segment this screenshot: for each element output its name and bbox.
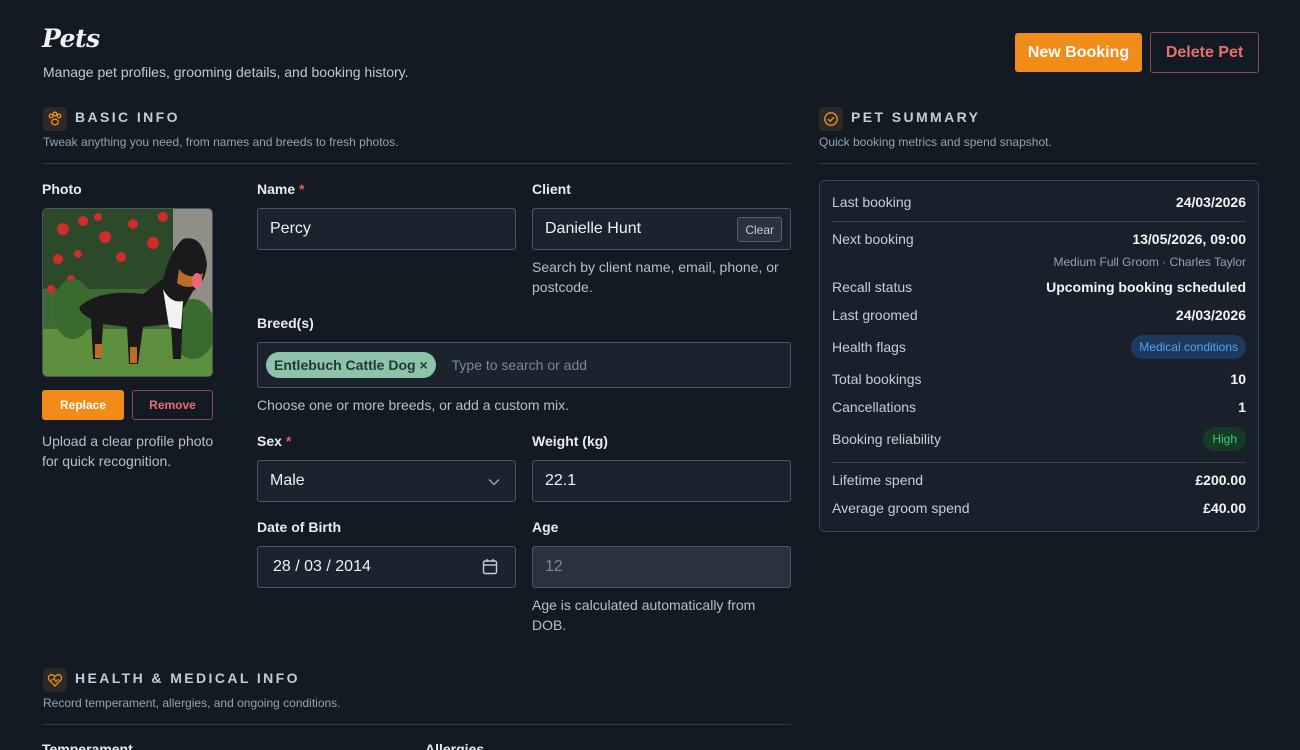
dob-value: 28 / 03 / 2014 (273, 558, 371, 575)
client-value: Danielle Hunt (545, 220, 642, 237)
summary-value: 24/03/2026 (1175, 194, 1246, 210)
health-header: HEALTH & MEDICAL INFO Record temperament… (43, 668, 791, 712)
summary-value: 1 (1238, 399, 1246, 415)
remove-photo-button[interactable]: Remove (132, 390, 213, 420)
basic-info-header: BASIC INFO Tweak anything you need, from… (43, 107, 791, 151)
basic-info-description: Tweak anything you need, from names and … (43, 135, 399, 149)
basic-info-title: BASIC INFO (75, 109, 180, 125)
new-booking-button[interactable]: New Booking (1015, 33, 1142, 72)
page-subtitle: Manage pet profiles, grooming details, a… (43, 64, 409, 80)
clear-client-button[interactable]: Clear (737, 217, 782, 242)
client-search-input[interactable]: Danielle Hunt Clear (532, 208, 791, 250)
summary-label: Recall status (832, 279, 913, 295)
weight-label: Weight (kg) (532, 433, 608, 449)
summary-title: PET SUMMARY (851, 109, 981, 125)
summary-value: £200.00 (1195, 472, 1246, 488)
breed-chip[interactable]: Entlebuch Cattle Dog × (266, 352, 436, 378)
summary-value: 13/05/2026, 09:00 (1132, 231, 1246, 247)
replace-photo-button[interactable]: Replace (42, 390, 124, 420)
health-divider (43, 724, 791, 725)
page-title: Pets (42, 24, 100, 53)
summary-divider-line (832, 462, 1246, 463)
summary-header: PET SUMMARY Quick booking metrics and sp… (819, 107, 1259, 151)
age-label: Age (532, 519, 559, 535)
summary-value: Upcoming booking scheduled (1046, 279, 1246, 295)
name-input[interactable]: Percy (257, 208, 516, 250)
calendar-icon[interactable] (482, 558, 498, 580)
summary-label: Next booking (832, 231, 914, 247)
breeds-label: Breed(s) (257, 315, 314, 331)
client-label: Client (532, 181, 571, 197)
age-input: 12 (532, 546, 791, 588)
dob-input[interactable]: 28 / 03 / 2014 (257, 546, 516, 588)
sex-label: Sex * (257, 433, 292, 449)
breeds-placeholder: Type to search or add (451, 357, 588, 373)
summary-label: Total bookings (832, 371, 922, 387)
reliability-badge: High (1203, 427, 1246, 451)
photo-help: Upload a clear profile photo for quick r… (42, 433, 214, 469)
health-description: Record temperament, allergies, and ongoi… (43, 696, 341, 710)
allergies-label: Allergies (425, 741, 485, 750)
weight-input[interactable]: 22.1 (532, 460, 791, 502)
pet-photo (42, 208, 213, 377)
summary-description: Quick booking metrics and spend snapshot… (819, 135, 1052, 149)
client-help: Search by client name, email, phone, or … (532, 259, 779, 295)
temperament-label: Temperament (42, 741, 133, 750)
sex-value: Male (270, 472, 305, 489)
breeds-help: Choose one or more breeds, or add a cust… (257, 397, 570, 413)
health-title: HEALTH & MEDICAL INFO (75, 670, 300, 686)
summary-label: Booking reliability (832, 431, 941, 447)
pet-summary-card: Last booking 24/03/2026 Next booking 13/… (819, 180, 1259, 532)
summary-divider (819, 163, 1259, 164)
health-flag-badge: Medical conditions (1131, 335, 1246, 359)
sex-select[interactable]: Male (257, 460, 516, 502)
summary-label: Health flags (832, 339, 906, 355)
paw-icon (43, 107, 67, 131)
chevron-down-icon (487, 475, 501, 494)
summary-value: 24/03/2026 (1175, 307, 1246, 323)
check-circle-icon (819, 107, 843, 131)
photo-label: Photo (42, 181, 82, 197)
summary-label: Last groomed (832, 307, 918, 323)
delete-pet-button[interactable]: Delete Pet (1150, 32, 1259, 73)
name-label: Name * (257, 181, 305, 197)
dob-label: Date of Birth (257, 519, 341, 535)
summary-divider-line (832, 221, 1246, 222)
summary-value: £40.00 (1203, 500, 1246, 516)
summary-label: Cancellations (832, 399, 917, 415)
summary-label: Last booking (832, 194, 912, 210)
summary-label: Lifetime spend (832, 472, 924, 488)
summary-value: 10 (1230, 371, 1246, 387)
breeds-input[interactable]: Entlebuch Cattle Dog × Type to search or… (257, 342, 791, 388)
basic-info-divider (43, 163, 791, 164)
next-booking-detail: Medium Full Groom · Charles Taylor (1053, 255, 1247, 269)
heart-pulse-icon (43, 668, 67, 692)
age-help: Age is calculated automatically from DOB… (532, 597, 756, 633)
summary-label: Average groom spend (832, 500, 970, 516)
